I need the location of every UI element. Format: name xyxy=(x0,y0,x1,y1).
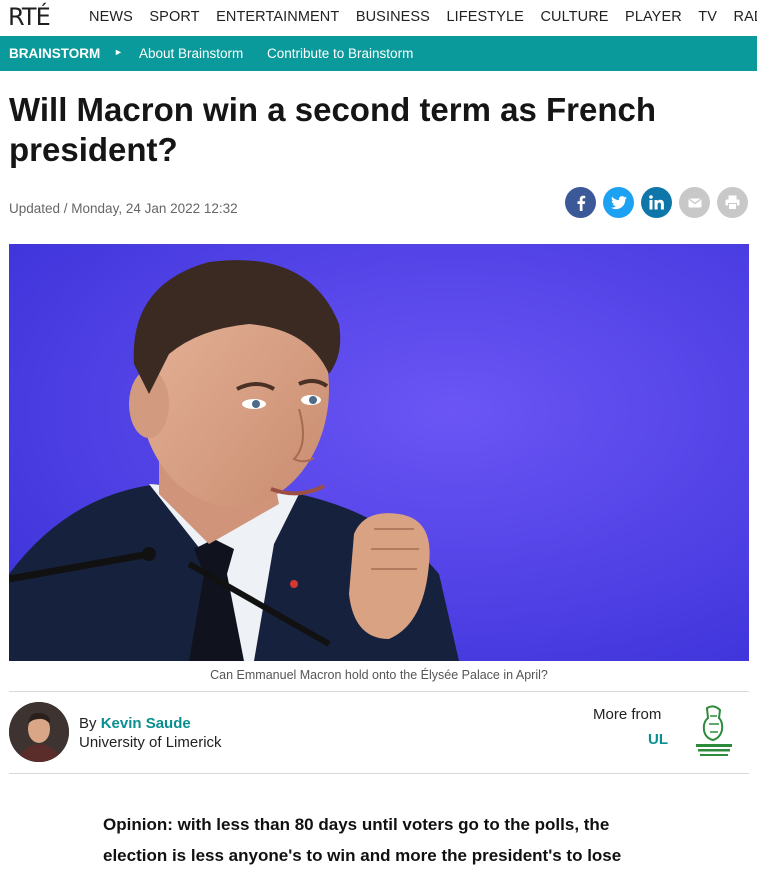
more-from-ul-link[interactable]: UL xyxy=(648,731,668,748)
by-prefix: By xyxy=(79,715,97,732)
email-icon xyxy=(688,197,701,207)
author-photo xyxy=(9,702,69,762)
section-bar: BRAINSTORM ► About Brainstorm Contribute… xyxy=(0,36,757,71)
nav-item-player[interactable]: PLAYER xyxy=(625,9,682,25)
main-menu: NEWS SPORT ENTERTAINMENT BUSINESS LIFEST… xyxy=(89,9,757,25)
ul-crest-icon xyxy=(696,705,732,756)
twitter-share-button[interactable] xyxy=(603,187,634,218)
nav-item-business[interactable]: BUSINESS xyxy=(356,9,430,25)
linkedin-icon xyxy=(649,195,664,210)
author-avatar[interactable] xyxy=(9,702,69,762)
linkedin-share-button[interactable] xyxy=(641,187,672,218)
section-arrow-icon: ► xyxy=(114,47,123,57)
nav-item-sport[interactable]: SPORT xyxy=(149,9,199,25)
macron-photo xyxy=(9,244,749,661)
article-headline: Will Macron win a second term as French … xyxy=(9,91,657,168)
rte-logo[interactable]: RTÉ xyxy=(8,3,51,31)
nav-item-radio[interactable]: RADIO xyxy=(734,9,757,25)
top-navigation: RTÉ NEWS SPORT ENTERTAINMENT BUSINESS LI… xyxy=(0,0,757,36)
nav-item-tv[interactable]: TV xyxy=(698,9,717,25)
nav-item-lifestyle[interactable]: LIFESTYLE xyxy=(446,9,523,25)
facebook-share-button[interactable] xyxy=(565,187,596,218)
author-affiliation: University of Limerick xyxy=(79,734,222,751)
more-from-label: More from xyxy=(593,706,662,723)
updated-timestamp: Updated / Monday, 24 Jan 2022 12:32 xyxy=(9,201,238,216)
article-intro: Opinion: with less than 80 days until vo… xyxy=(103,815,622,865)
author-byline: By Kevin Saude xyxy=(79,715,191,732)
section-title[interactable]: BRAINSTORM xyxy=(9,46,100,61)
image-caption: Can Emmanuel Macron hold onto the Élysée… xyxy=(210,668,548,682)
divider xyxy=(9,691,749,692)
facebook-icon xyxy=(577,195,585,211)
divider xyxy=(9,773,749,774)
author-name-link[interactable]: Kevin Saude xyxy=(101,715,191,732)
about-brainstorm-link[interactable]: About Brainstorm xyxy=(139,46,243,61)
contribute-brainstorm-link[interactable]: Contribute to Brainstorm xyxy=(267,46,413,61)
print-icon xyxy=(725,195,740,210)
university-of-limerick-logo[interactable] xyxy=(693,704,735,762)
twitter-icon xyxy=(610,195,627,209)
nav-item-news[interactable]: NEWS xyxy=(89,9,133,25)
nav-item-entertainment[interactable]: ENTERTAINMENT xyxy=(216,9,339,25)
email-share-button[interactable] xyxy=(679,187,710,218)
nav-item-culture[interactable]: CULTURE xyxy=(540,9,608,25)
article-hero-image xyxy=(9,244,749,661)
print-button[interactable] xyxy=(717,187,748,218)
